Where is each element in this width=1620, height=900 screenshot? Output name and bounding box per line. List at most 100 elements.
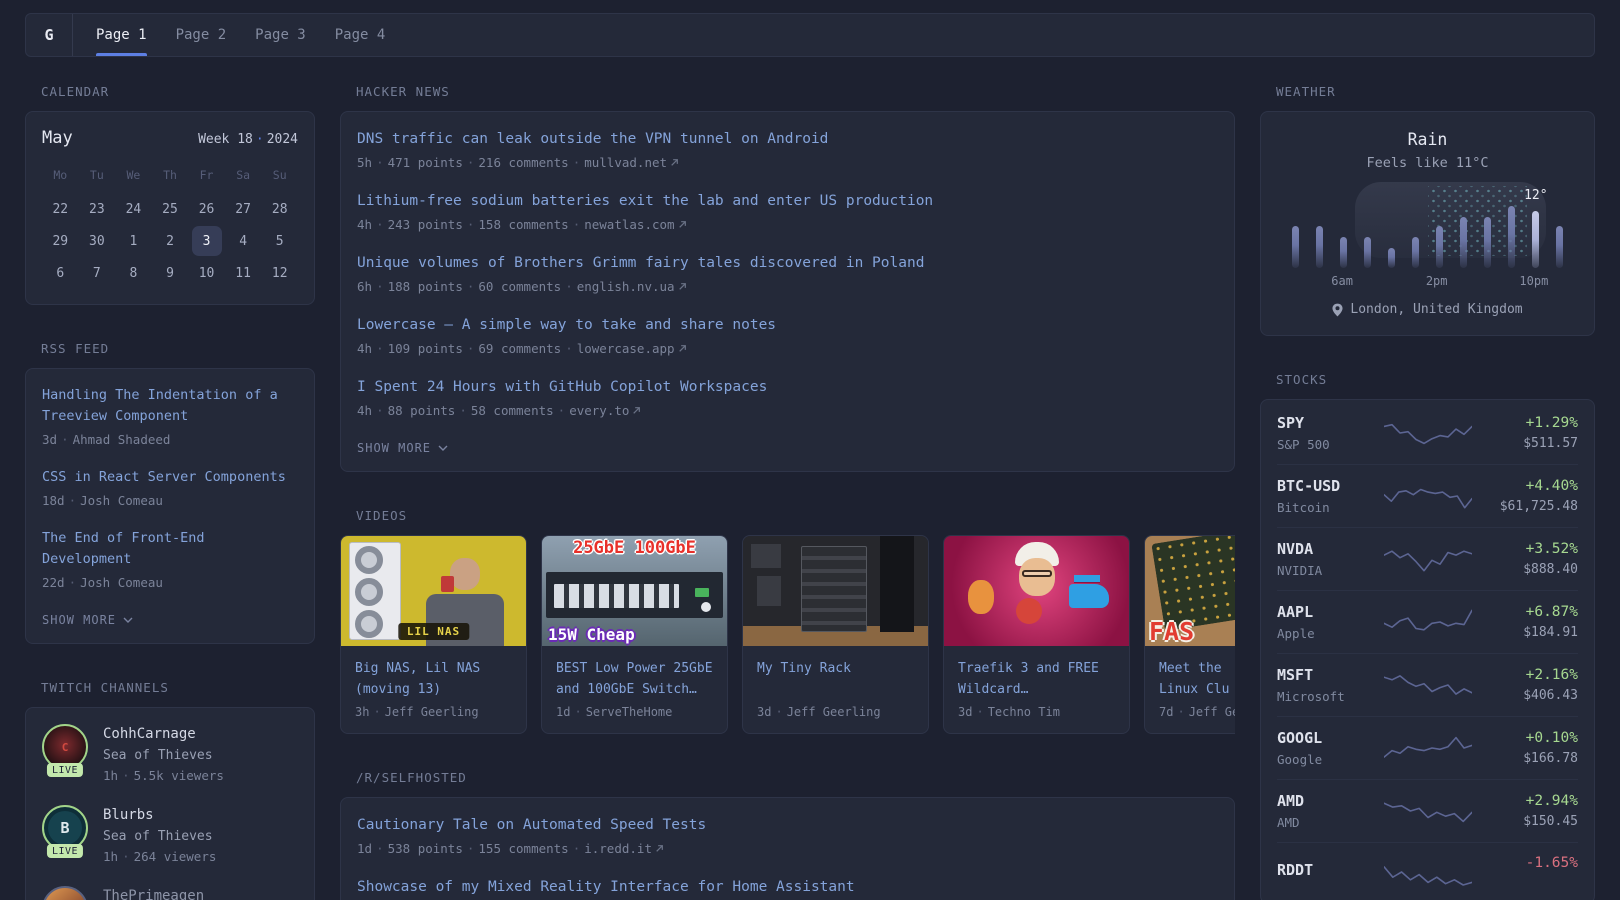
external-link-icon [678,282,687,291]
video-card-body: Traefik 3 and FREE Wildcard…3d·Techno Ti… [944,646,1129,733]
stock-values: +2.16%$406.43 [1472,667,1578,703]
separator-dot: · [1173,705,1188,719]
twitch-section-label: TWITCH CHANNELS [25,680,315,695]
rss-item-title[interactable]: CSS in React Server Components [42,467,298,488]
weather-bar [1508,206,1515,268]
hackernews-show-more-button[interactable]: SHOW MORE [357,441,1218,455]
video-card[interactable]: 25GbE 100GbE15W Cheap BEST Low Power 25Gb… [541,535,728,734]
weather-bar [1364,237,1371,268]
twitch-channel-meta-part: 1h [103,849,118,864]
rss-widget: RSS FEED Handling The Indentation of a T… [25,341,315,644]
rss-show-more-button-label: SHOW MORE [42,613,116,627]
tab-page-2[interactable]: Page 2 [176,14,227,56]
stock-company-name: S&P 500 [1277,437,1383,452]
video-thumbnail[interactable]: 25GbE 100GbE15W Cheap [542,536,727,646]
hackernews-item: I Spent 24 Hours with GitHub Copilot Wor… [357,376,1218,421]
video-card-body: Big NAS, Lil NAS (moving 13)3h·Jeff Geer… [341,646,526,733]
video-card[interactable]: My Tiny Rack3d·Jeff Geerling [742,535,929,734]
calendar-day-number: 7 [82,258,112,288]
stock-symbol: BTC-USD [1277,477,1383,495]
thumb-switch-plug [701,602,711,612]
weather-condition: Rain [1277,128,1578,152]
stock-sparkline [1383,855,1472,889]
video-thumbnail[interactable] [944,536,1129,646]
calendar-day-number: 24 [118,194,148,224]
reddit-card: Cautionary Tale on Automated Speed Tests… [340,797,1235,900]
twitch-card: CLIVECohhCarnageSea of Thieves1h·5.5k vi… [25,707,315,900]
hackernews-item-title[interactable]: I Spent 24 Hours with GitHub Copilot Wor… [357,376,1218,398]
tab-page-3[interactable]: Page 3 [255,14,306,56]
weather-hour-slot [1496,274,1520,288]
stock-row-rddt[interactable]: RDDT-1.65% [1277,842,1578,900]
tab-page-4[interactable]: Page 4 [335,14,386,56]
calendar-day-number: 30 [82,226,112,256]
stock-change-percent: +2.94% [1472,793,1578,809]
video-title[interactable]: Meet the Linux Clu [1159,658,1235,700]
calendar-year: 2024 [267,132,298,147]
rss-item-title[interactable]: The End of Front-End Development [42,528,298,570]
stock-row-googl[interactable]: GOOGLGoogle+0.10%$166.78 [1277,716,1578,779]
calendar-day-number: 4 [228,226,258,256]
hackernews-item-meta-part: 5h [357,155,372,170]
video-card[interactable]: LIL NASBig NAS, Lil NAS (moving 13)3h·Je… [340,535,527,734]
twitch-channel-row[interactable]: CLIVECohhCarnageSea of Thieves1h·5.5k vi… [42,724,298,783]
videos-widget: VIDEOS LIL NASBig NAS, Lil NAS (moving 1… [340,508,1235,734]
hackernews-item-title[interactable]: Unique volumes of Brothers Grimm fairy t… [357,252,1218,274]
calendar-day: 12 [261,258,298,288]
twitch-channel-row[interactable]: ThePrimeagen [42,886,298,900]
separator-dot: · [372,841,388,856]
calendar-day: 1 [115,226,152,256]
calendar-day-number: 28 [265,194,295,224]
hackernews-show-more-button-label: SHOW MORE [357,441,431,455]
calendar-day-number: 9 [155,258,185,288]
videos-section-label: VIDEOS [340,508,1235,523]
hackernews-item-title[interactable]: Lithium-free sodium batteries exit the l… [357,190,1218,212]
video-title[interactable]: Traefik 3 and FREE Wildcard… [958,658,1115,700]
video-title[interactable]: BEST Low Power 25GbE and 100GbE Switch… [556,658,713,700]
thumb-red-shape [1016,598,1042,624]
video-title[interactable]: My Tiny Rack [757,658,914,700]
calendar-day: 2 [152,226,189,256]
reddit-item-title[interactable]: Showcase of my Mixed Reality Interface f… [357,876,1218,898]
rss-card: Handling The Indentation of a Treeview C… [25,368,315,644]
video-thumbnail[interactable]: LIL NAS [341,536,526,646]
stock-sparkline [1383,731,1472,765]
live-badge: LIVE [47,844,83,858]
rss-show-more-button[interactable]: SHOW MORE [42,613,298,627]
twitch-channel-name[interactable]: ThePrimeagen [103,888,204,900]
twitch-channel-name[interactable]: CohhCarnage [103,726,224,742]
stock-row-nvda[interactable]: NVDANVIDIA+3.52%$888.40 [1277,527,1578,590]
video-thumbnail[interactable]: FAS [1145,536,1235,646]
stock-row-btc-usd[interactable]: BTC-USDBitcoin+4.40%$61,725.48 [1277,464,1578,527]
hackernews-item-title[interactable]: Lowercase – A simple way to take and sha… [357,314,1218,336]
calendar-day: 7 [79,258,116,288]
rss-item-title[interactable]: Handling The Indentation of a Treeview C… [42,385,298,427]
reddit-item-title[interactable]: Cautionary Tale on Automated Speed Tests [357,814,1218,836]
video-card[interactable]: Traefik 3 and FREE Wildcard…3d·Techno Ti… [943,535,1130,734]
calendar-day-number: 27 [228,194,258,224]
stock-row-msft[interactable]: MSFTMicrosoft+2.16%$406.43 [1277,653,1578,716]
reddit-item-meta-part: 155 comments [478,841,568,856]
stock-values: -1.65% [1472,855,1578,889]
video-title[interactable]: Big NAS, Lil NAS (moving 13) [355,658,512,700]
video-card[interactable]: FASMeet the Linux Clu7d·Jeff Geerling [1144,535,1235,734]
twitch-channel-row[interactable]: BLIVEBlurbsSea of Thieves1h·264 viewers [42,805,298,864]
stock-row-spy[interactable]: SPYS&P 500+1.29%$511.57 [1277,402,1578,464]
separator-dot: · [554,403,570,418]
avatar-letter: B [60,819,69,837]
tab-page-1[interactable]: Page 1 [96,14,147,56]
calendar-day-header: Sa [225,162,262,192]
app-logo[interactable]: G [26,14,73,56]
stock-row-amd[interactable]: AMDAMD+2.94%$150.45 [1277,779,1578,842]
stock-identity: NVDANVIDIA [1277,540,1383,578]
twitch-avatar-wrap [42,886,88,900]
twitch-channel-name[interactable]: Blurbs [103,807,216,823]
rss-item-meta-part: Ahmad Shadeed [73,432,171,447]
hackernews-item-meta-part: 216 comments [478,155,568,170]
video-thumbnail[interactable] [743,536,928,646]
stock-row-aapl[interactable]: AAPLApple+6.87%$184.91 [1277,590,1578,653]
hackernews-item-title[interactable]: DNS traffic can leak outside the VPN tun… [357,128,1218,150]
twitch-avatar-wrap: BLIVE [42,805,88,851]
twitch-channel-info: CohhCarnageSea of Thieves1h·5.5k viewers [103,724,224,783]
chevron-down-icon [438,445,448,451]
